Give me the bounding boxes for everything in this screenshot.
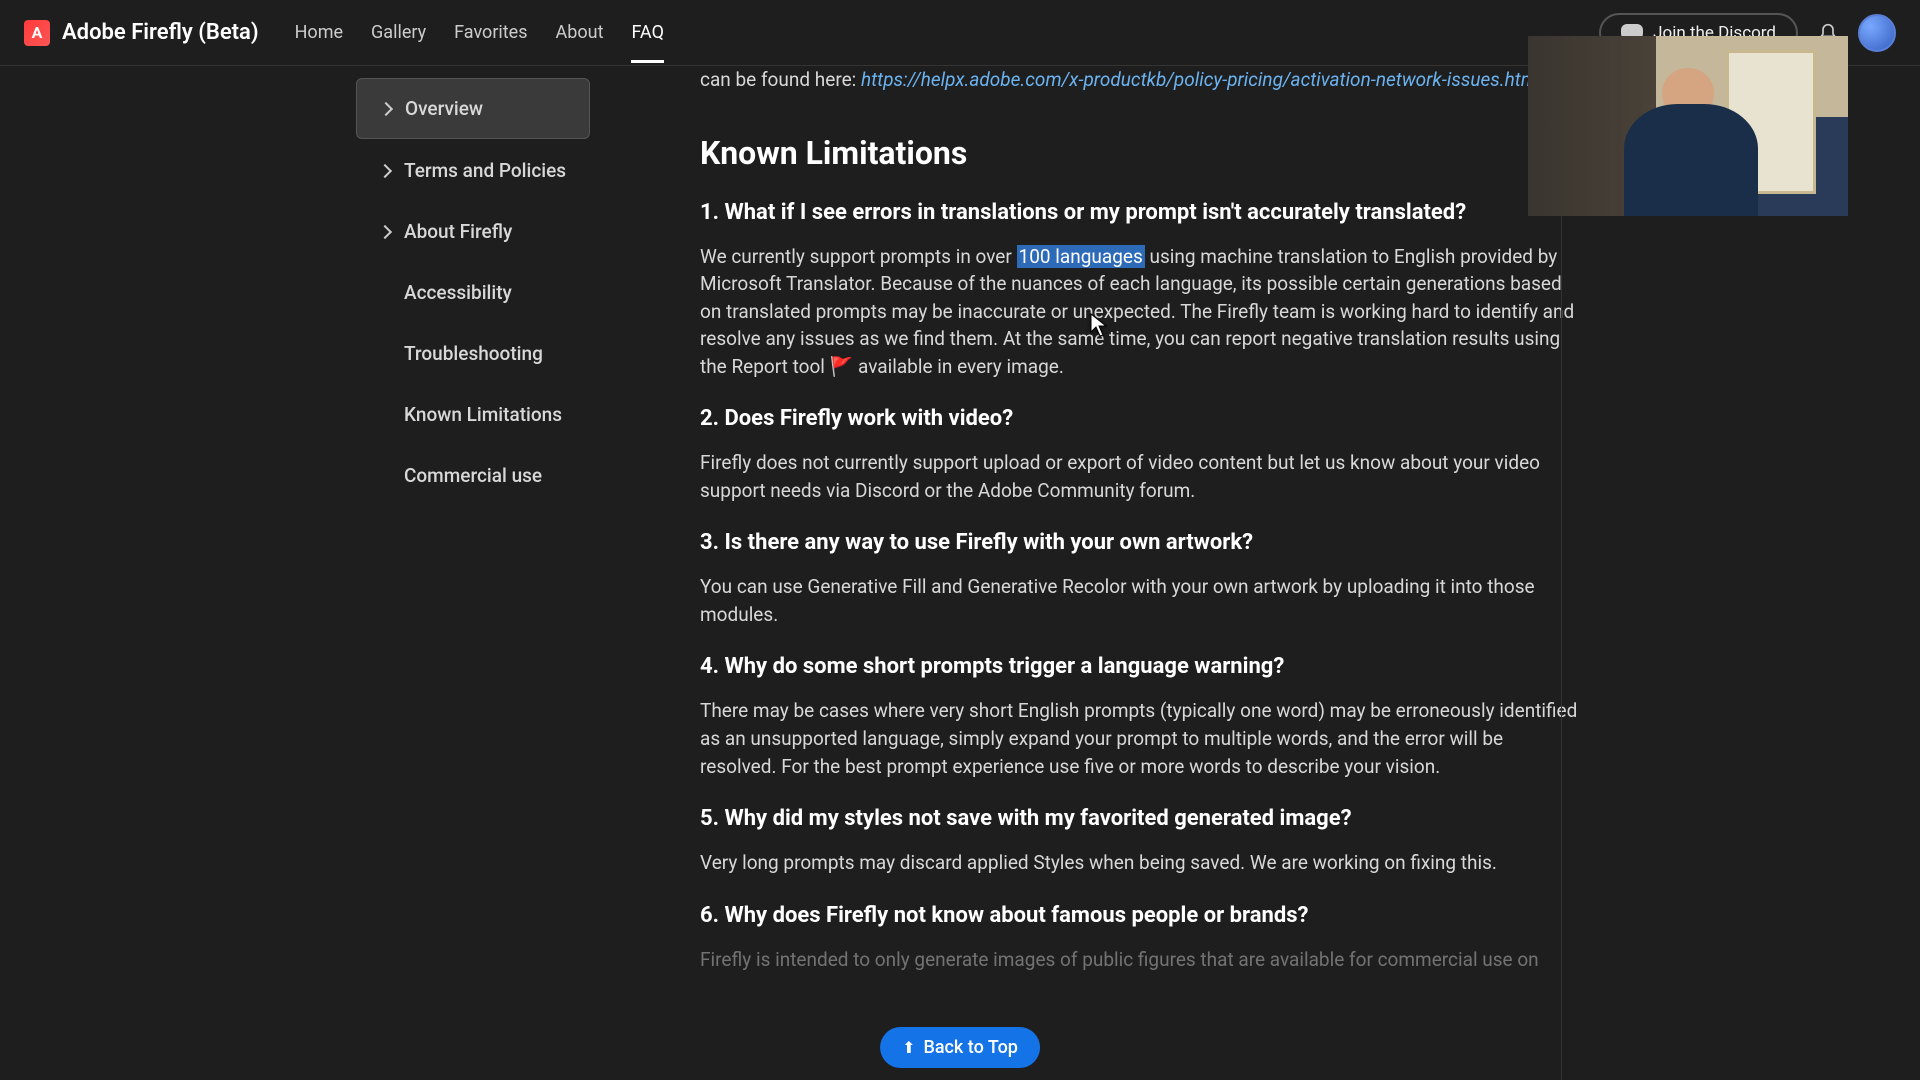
q4-body: There may be cases where very short Engl… [700, 697, 1580, 780]
nav-gallery[interactable]: Gallery [371, 2, 426, 63]
q4-title: 4. Why do some short prompts trigger a l… [700, 654, 1580, 679]
sidebar-label: Commercial use [404, 464, 542, 487]
q1-title: 1. What if I see errors in translations … [700, 200, 1580, 225]
q1-body: We currently support prompts in over 100… [700, 243, 1580, 381]
sidebar-label: Accessibility [404, 281, 512, 304]
q5-title: 5. Why did my styles not save with my fa… [700, 806, 1580, 831]
back-to-top-button[interactable]: ⬆ Back to Top [880, 1027, 1040, 1068]
content-fade [590, 1040, 1620, 1080]
faq-sidebar: Overview Terms and Policies About Firefl… [356, 66, 590, 1080]
flag-icon: 🚩 [830, 353, 854, 381]
section-heading-known-limitations: Known Limitations [700, 134, 1580, 172]
nav-favorites[interactable]: Favorites [454, 2, 527, 63]
back-to-top-label: Back to Top [923, 1037, 1017, 1058]
left-gutter [0, 66, 356, 1080]
activation-link[interactable]: https://helpx.adobe.com/x-productkb/poli… [861, 68, 1542, 91]
faq-content: can be found here: https://helpx.adobe.c… [590, 66, 1620, 1080]
q2-body: Firefly does not currently support uploa… [700, 449, 1580, 504]
q3-title: 3. Is there any way to use Firefly with … [700, 530, 1580, 555]
content-divider [1561, 66, 1562, 1080]
chevron-right-icon [379, 101, 393, 115]
adobe-logo-icon: A [24, 20, 50, 46]
main-area: Overview Terms and Policies About Firefl… [0, 66, 1920, 1080]
intro-text: can be found here: [700, 68, 861, 91]
sidebar-item-commercial-use[interactable]: Commercial use [356, 446, 590, 505]
nav-home[interactable]: Home [295, 2, 343, 63]
sidebar-label: Overview [405, 97, 483, 120]
q1-end: available in every image. [853, 355, 1064, 378]
sidebar-item-about-firefly[interactable]: About Firefly [356, 202, 590, 261]
q2-title: 2. Does Firefly work with video? [700, 406, 1580, 431]
sidebar-item-troubleshooting[interactable]: Troubleshooting [356, 324, 590, 383]
user-avatar[interactable] [1858, 14, 1896, 52]
chevron-right-icon [378, 224, 392, 238]
sidebar-item-terms[interactable]: Terms and Policies [356, 141, 590, 200]
q6-body: Firefly is intended to only generate ima… [700, 946, 1580, 974]
sidebar-label: About Firefly [404, 220, 512, 243]
main-nav: Home Gallery Favorites About FAQ [295, 2, 664, 63]
sidebar-item-accessibility[interactable]: Accessibility [356, 263, 590, 322]
arrow-up-icon: ⬆ [902, 1038, 915, 1057]
selected-text: 100 languages [1017, 245, 1145, 268]
nav-about[interactable]: About [556, 2, 604, 63]
q3-body: You can use Generative Fill and Generati… [700, 573, 1580, 628]
sidebar-item-known-limitations[interactable]: Known Limitations [356, 385, 590, 444]
q1-pre: We currently support prompts in over [700, 245, 1017, 268]
q5-body: Very long prompts may discard applied St… [700, 849, 1580, 877]
chevron-right-icon [378, 163, 392, 177]
logo-text: Adobe Firefly (Beta) [62, 20, 259, 45]
logo[interactable]: A Adobe Firefly (Beta) [24, 20, 259, 46]
webcam-overlay [1528, 36, 1848, 216]
nav-faq[interactable]: FAQ [631, 2, 663, 63]
sidebar-label: Terms and Policies [404, 159, 566, 182]
sidebar-label: Troubleshooting [404, 342, 543, 365]
sidebar-item-overview[interactable]: Overview [356, 78, 590, 139]
sidebar-label: Known Limitations [404, 403, 562, 426]
q6-title: 6. Why does Firefly not know about famou… [700, 903, 1580, 928]
intro-para: can be found here: https://helpx.adobe.c… [700, 66, 1580, 94]
